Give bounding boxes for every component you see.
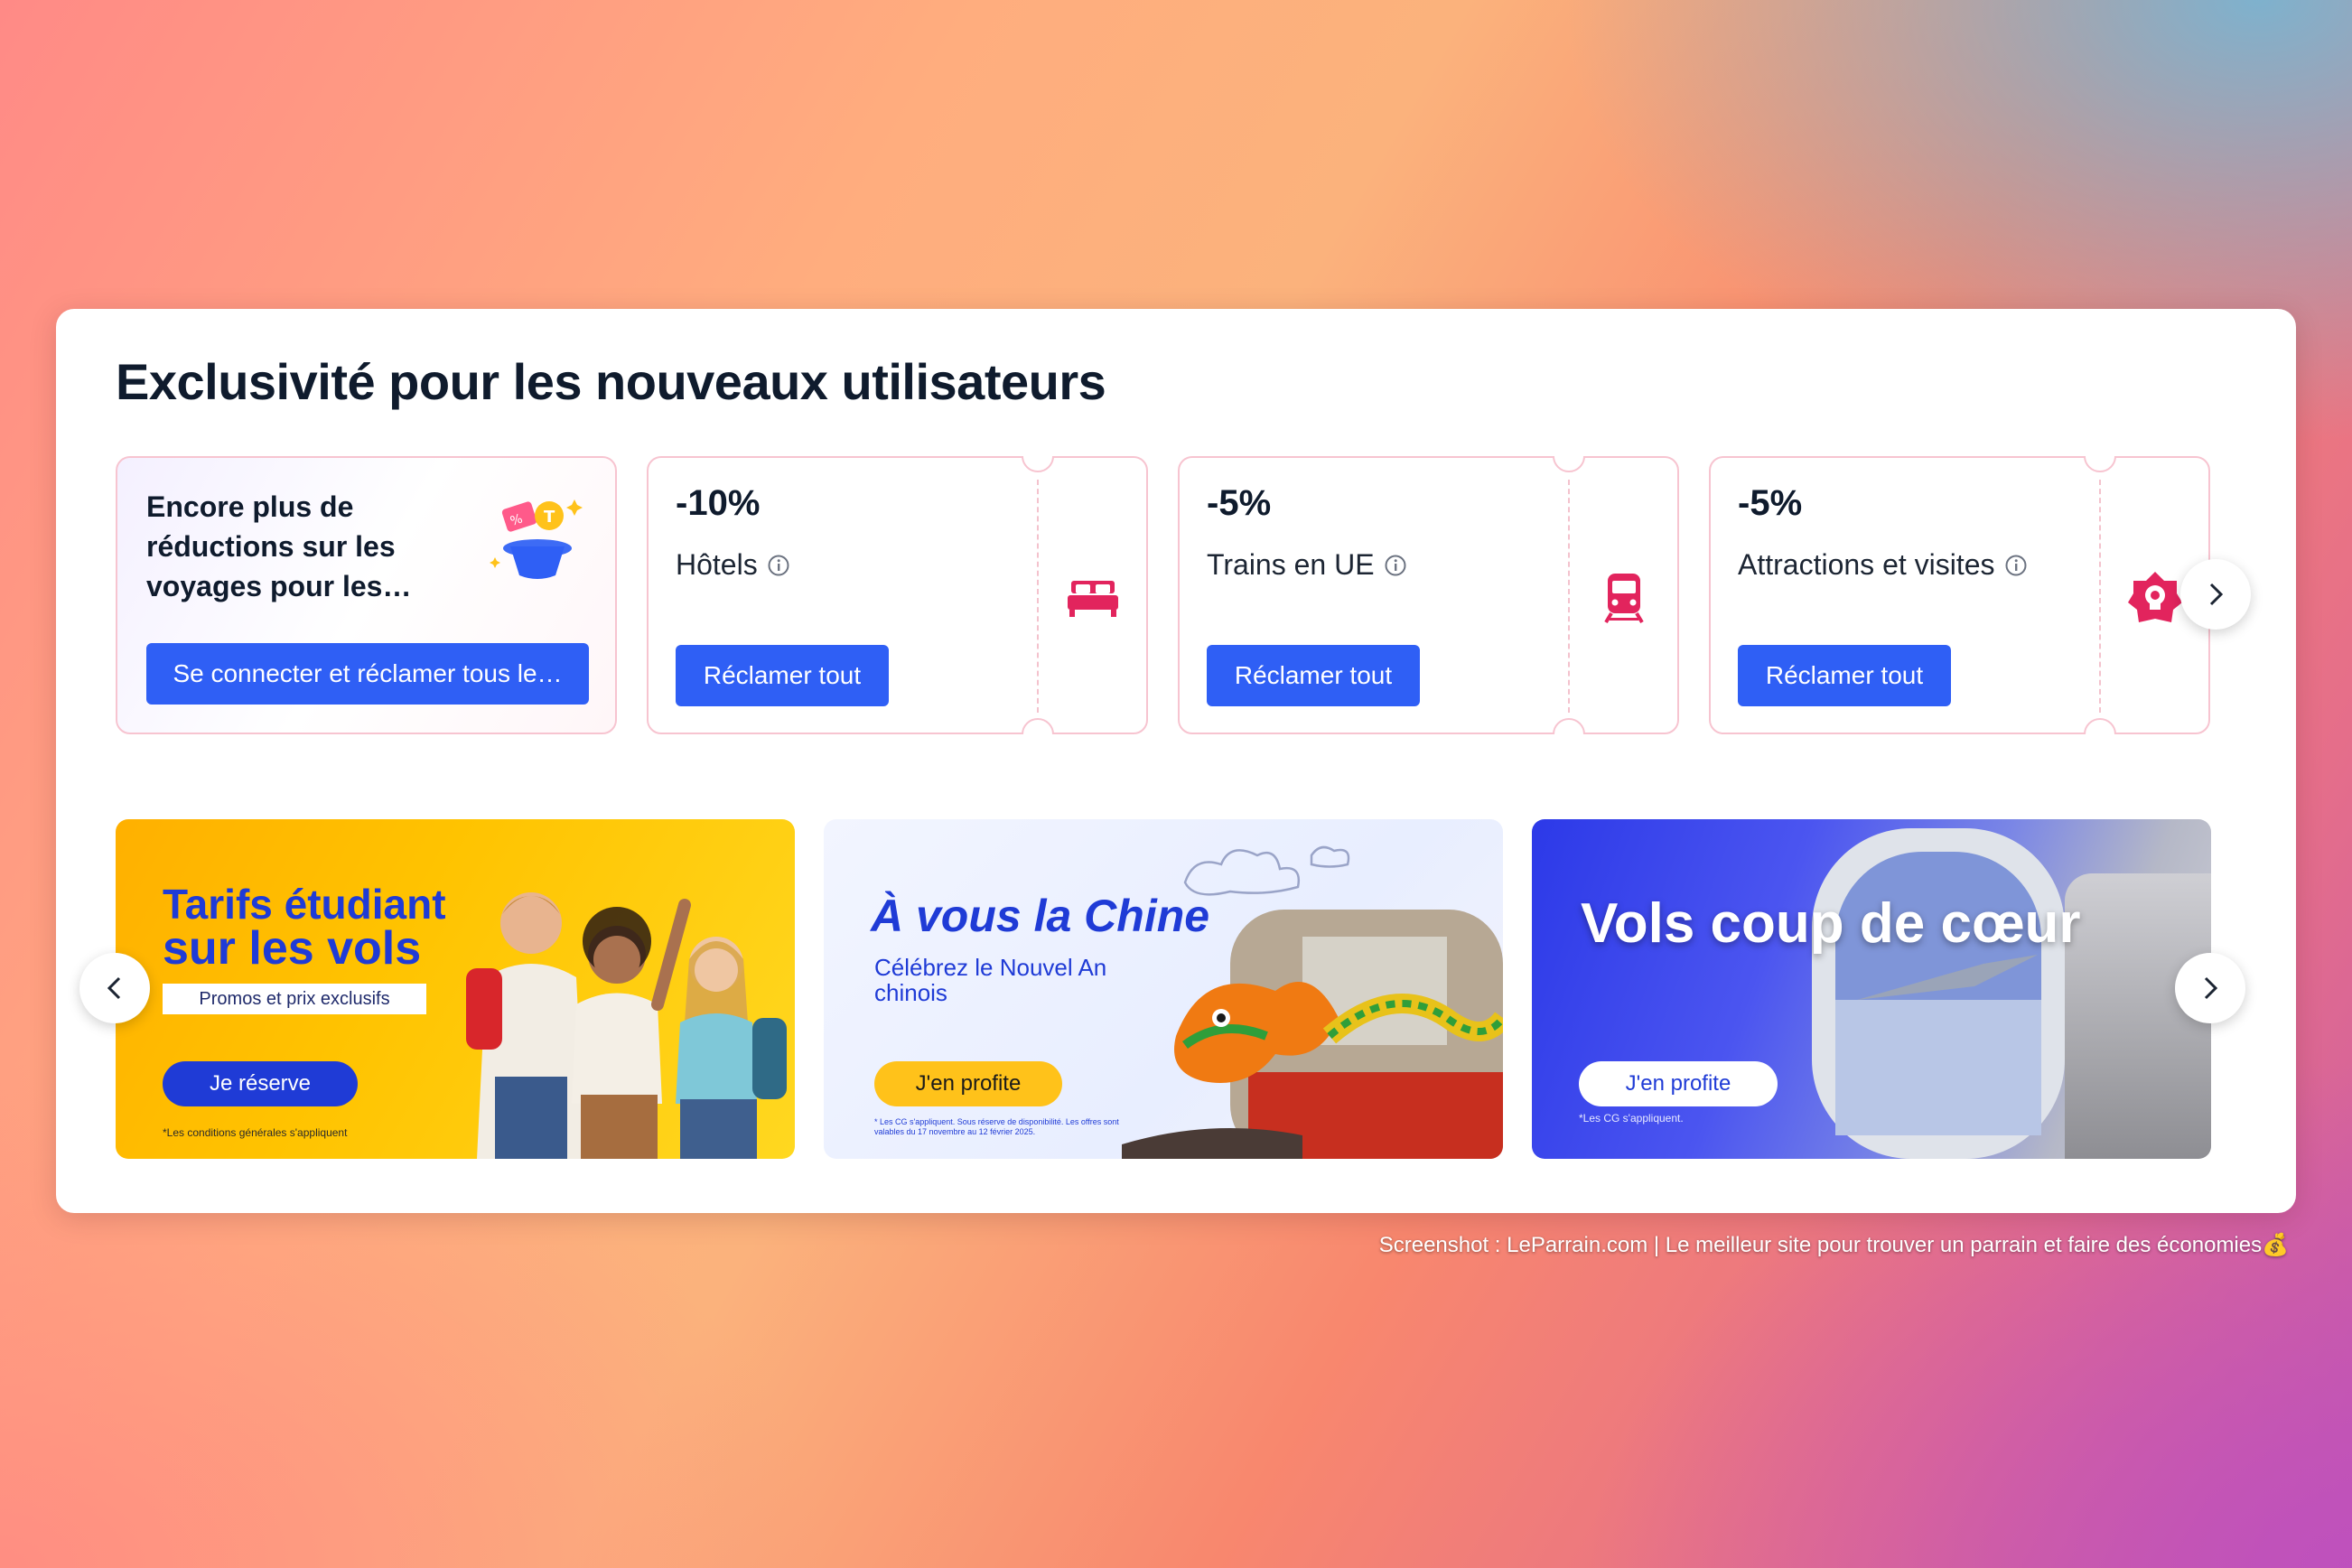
coupon-card-hotels: -10% Hôtels Réclamer tout: [647, 456, 1148, 734]
info-icon[interactable]: [1384, 554, 1407, 577]
svg-text:T: T: [544, 508, 555, 527]
chevron-right-icon: [2204, 976, 2218, 1000]
banners-prev-button[interactable]: [79, 953, 150, 1023]
favorite-flights-banner[interactable]: Vols coup de cœur J'en profite *Les CG s…: [1532, 819, 2211, 1159]
coupon-discount: -5%: [1207, 483, 1272, 523]
magic-hat-coupon-icon: % T: [490, 499, 583, 579]
coupon-category-label: Attractions et visites: [1738, 548, 1995, 581]
login-promo-text: Encore plus de réductions sur les voyage…: [146, 490, 412, 602]
banner-title: Tarifs étudiant sur les vols: [163, 881, 446, 975]
banners-next-button[interactable]: [2175, 953, 2245, 1023]
banner-legal-text: *Les conditions générales s'appliquent: [163, 1126, 348, 1139]
student-fares-banner[interactable]: Tarifs étudiant sur les vols Promos et p…: [116, 819, 795, 1159]
airplane-window-photo: [1812, 828, 2065, 1159]
claim-all-button[interactable]: Réclamer tout: [1738, 645, 1951, 706]
coupon-discount: -10%: [676, 483, 761, 523]
screenshot-watermark: Screenshot : LeParrain.com | Le meilleur…: [1378, 1233, 2289, 1257]
coupon-notch: [1553, 456, 1585, 472]
new-user-offers-panel: Exclusivité pour les nouveaux utilisateu…: [56, 309, 2296, 1213]
get-offer-button[interactable]: J'en profite: [1579, 1061, 1778, 1106]
banner-tag: Promos et prix exclusifs: [163, 984, 426, 1014]
coupon-category-label: Trains en UE: [1207, 548, 1375, 581]
coupons-next-button[interactable]: [2180, 559, 2251, 630]
get-offer-button[interactable]: J'en profite: [874, 1061, 1062, 1106]
coupon-category: Hôtels: [676, 548, 790, 582]
coupon-category: Trains en UE: [1207, 548, 1407, 582]
coupon-notch: [2084, 456, 2116, 472]
coupon-notch: [1022, 718, 1054, 734]
claim-all-button[interactable]: Réclamer tout: [1207, 645, 1420, 706]
coupon-divider: [1037, 480, 1039, 713]
coupon-discount: -5%: [1738, 483, 1803, 523]
info-icon[interactable]: [767, 554, 790, 577]
coupon-notch: [1553, 718, 1585, 734]
claim-all-button[interactable]: Réclamer tout: [676, 645, 889, 706]
coupon-card-trains: -5% Trains en UE Réclamer tout: [1178, 456, 1679, 734]
students-photo: [466, 892, 787, 1159]
banner-legal-text: * Les CG s'appliquent. Sous réserve de d…: [874, 1117, 1119, 1136]
banner-title: Vols coup de cœur: [1581, 892, 2081, 955]
bed-icon: [1068, 581, 1118, 617]
login-claim-all-button[interactable]: Se connecter et réclamer tous le…: [146, 643, 589, 705]
coupon-category: Attractions et visites: [1738, 548, 2028, 582]
login-promo-card: Encore plus de réductions sur les voyage…: [116, 456, 617, 734]
coupon-category-label: Hôtels: [676, 548, 758, 581]
attraction-icon: [2128, 572, 2182, 622]
coupon-card-attractions: -5% Attractions et visites Réclamer tout: [1709, 456, 2210, 734]
info-icon[interactable]: [2004, 554, 2028, 577]
coupon-notch: [2084, 718, 2116, 734]
coupon-divider: [2099, 480, 2101, 713]
train-icon: [1604, 574, 1644, 624]
coupon-divider: [1568, 480, 1570, 713]
section-title: Exclusivité pour les nouveaux utilisateu…: [116, 353, 1106, 410]
book-now-button[interactable]: Je réserve: [163, 1061, 358, 1106]
dragon-photo: [1122, 910, 1503, 1159]
banner-legal-text: *Les CG s'appliquent.: [1579, 1112, 1684, 1125]
chevron-right-icon: [2209, 583, 2224, 606]
chevron-left-icon: [107, 976, 121, 1000]
chinese-new-year-banner[interactable]: À vous la Chine Célébrez le Nouvel An ch…: [824, 819, 1503, 1159]
banner-subtitle: Célébrez le Nouvel An chinois: [874, 954, 1107, 1006]
coupon-notch: [1022, 456, 1054, 472]
